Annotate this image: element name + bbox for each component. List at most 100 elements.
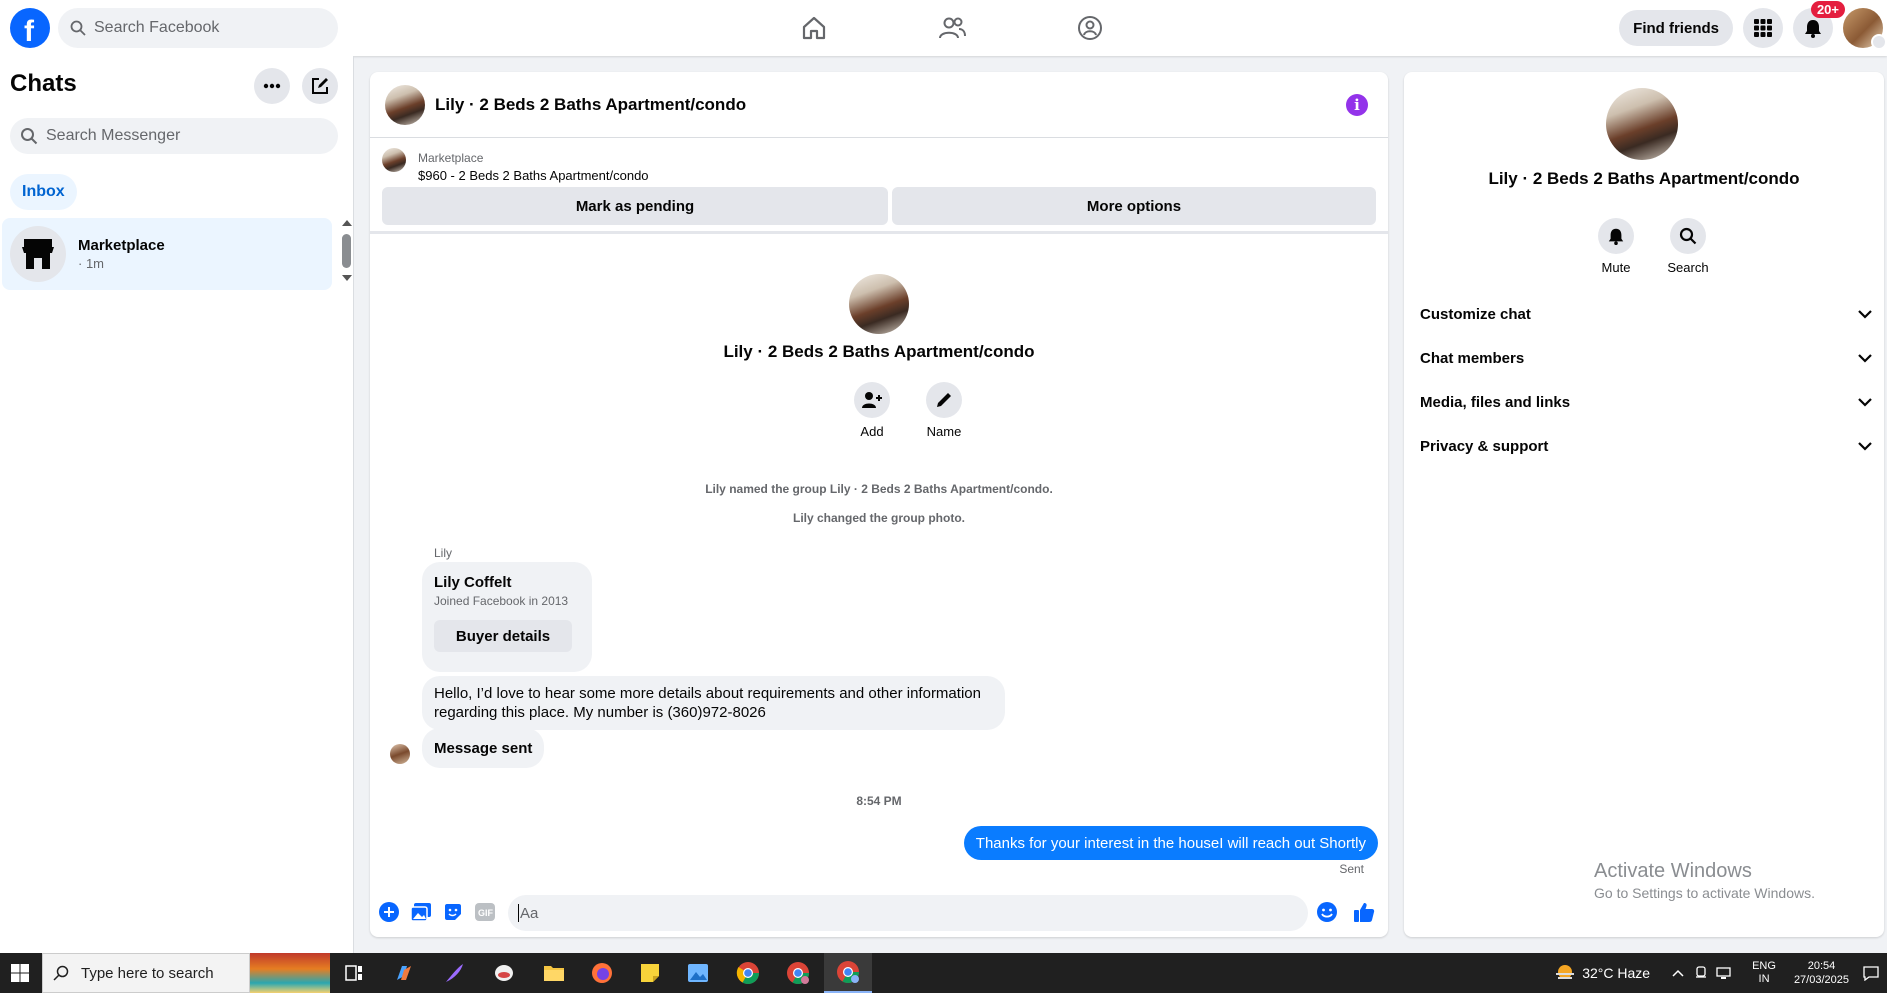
- media-app-icon[interactable]: [480, 953, 528, 993]
- add-person-icon: [854, 382, 890, 418]
- message-input[interactable]: Aa: [508, 895, 1308, 931]
- input-language-indicator[interactable]: ENG IN: [1752, 960, 1776, 986]
- chat-time: · 1m: [78, 256, 104, 271]
- main-nav: [790, 10, 1114, 46]
- group-photo[interactable]: [385, 84, 425, 125]
- network-icon[interactable]: [1716, 966, 1732, 980]
- sent-status: Sent: [1339, 862, 1364, 876]
- info-group-photo[interactable]: [1606, 88, 1678, 160]
- thumbs-up-icon[interactable]: [1353, 901, 1375, 923]
- group-avatar-large: [849, 274, 909, 334]
- profile-avatar[interactable]: [1843, 8, 1887, 50]
- bell-icon: [1803, 18, 1823, 38]
- messenger-search-field[interactable]: Search Messenger: [10, 118, 338, 154]
- conversation-panel: Lily · 2 Beds 2 Baths Apartment/condo i …: [370, 72, 1388, 937]
- chat-options-button[interactable]: [254, 68, 290, 104]
- media-files-links-section[interactable]: Media, files and links: [1420, 382, 1872, 422]
- home-icon[interactable]: [790, 10, 838, 46]
- photo-icon[interactable]: [410, 901, 432, 923]
- scroll-up-arrow-icon[interactable]: [342, 220, 352, 226]
- incoming-message[interactable]: Hello, I’d love to hear some more detail…: [422, 676, 1005, 730]
- search-in-conversation-action[interactable]: Search: [1658, 218, 1718, 275]
- sticker-icon[interactable]: [442, 901, 464, 923]
- listing-thumbnail[interactable]: [382, 148, 406, 172]
- more-horizontal-icon: [263, 83, 281, 89]
- section-label: Customize chat: [1420, 305, 1531, 323]
- chevron-down-icon: [1858, 353, 1872, 363]
- message-composer: GIF Aa: [370, 887, 1388, 937]
- meet-now-icon[interactable]: [1694, 966, 1708, 980]
- section-label: Media, files and links: [1420, 393, 1571, 411]
- firefox-icon[interactable]: [578, 953, 626, 993]
- buyer-details-button[interactable]: Buyer details: [434, 620, 572, 652]
- info-icon[interactable]: i: [1346, 94, 1368, 116]
- friends-icon[interactable]: [928, 10, 976, 46]
- conversation-title[interactable]: Lily · 2 Beds 2 Baths Apartment/condo: [435, 95, 746, 115]
- buyer-name: Lily Coffelt: [434, 574, 512, 591]
- copilot-icon[interactable]: [380, 953, 428, 993]
- photos-app-icon[interactable]: [674, 953, 722, 993]
- facebook-logo-icon[interactable]: f: [10, 8, 50, 48]
- windows-start-icon[interactable]: [0, 953, 40, 993]
- clock-time: 20:54: [1807, 960, 1836, 972]
- chevron-up-icon[interactable]: [1672, 969, 1684, 977]
- taskbar-search-placeholder: Type here to search: [81, 964, 214, 982]
- scroll-down-arrow-icon[interactable]: [342, 275, 352, 281]
- task-view-icon[interactable]: [330, 953, 378, 993]
- chrome-active-window-icon[interactable]: [824, 953, 872, 993]
- plus-circle-icon[interactable]: [378, 901, 400, 923]
- outgoing-message[interactable]: Thanks for your interest in the houseI w…: [963, 826, 1378, 860]
- privacy-support-section[interactable]: Privacy & support: [1420, 426, 1872, 466]
- scrollbar-thumb[interactable]: [342, 234, 351, 268]
- messenger-search-placeholder: Search Messenger: [46, 127, 181, 144]
- file-explorer-icon[interactable]: [530, 953, 578, 993]
- taskbar-search-field[interactable]: Type here to search: [42, 953, 250, 993]
- clock[interactable]: 20:54 27/03/2025: [1794, 959, 1849, 987]
- system-tray: 32°C Haze ENG IN 20:54 27/03/2025: [1554, 953, 1887, 993]
- name-label: Name: [926, 424, 962, 439]
- menu-grid-button[interactable]: [1743, 8, 1783, 48]
- notifications-button[interactable]: 20+: [1793, 1, 1845, 48]
- sender-avatar[interactable]: [390, 744, 410, 764]
- text-cursor: [518, 904, 519, 922]
- message-text-line: Hello, I’d love to hear some more detail…: [434, 685, 981, 702]
- new-message-button[interactable]: [302, 68, 338, 104]
- storefront-icon: [10, 226, 66, 282]
- add-people-action[interactable]: Add: [842, 382, 902, 439]
- notification-count-badge: 20+: [1810, 1, 1845, 18]
- name-group-action[interactable]: Name: [914, 382, 974, 439]
- gif-icon[interactable]: GIF: [474, 901, 496, 923]
- pencil-icon: [926, 382, 962, 418]
- compose-icon: [310, 76, 330, 96]
- search-label: Search: [1667, 260, 1709, 275]
- chrome-icon[interactable]: [724, 953, 772, 993]
- mark-as-pending-button[interactable]: Mark as pending: [382, 187, 888, 225]
- weather-widget[interactable]: 32°C Haze: [1554, 964, 1650, 982]
- mute-action[interactable]: Mute: [1586, 218, 1646, 275]
- facebook-search-field[interactable]: Search Facebook: [58, 8, 338, 48]
- chat-list-item[interactable]: Marketplace · 1m: [2, 218, 332, 290]
- search-icon: [1670, 218, 1706, 254]
- info-group-name: Lily · 2 Beds 2 Baths Apartment/condo: [1488, 169, 1800, 188]
- inbox-tab[interactable]: Inbox: [10, 174, 77, 210]
- groups-icon[interactable]: [1066, 10, 1114, 46]
- more-options-button[interactable]: More options: [892, 187, 1376, 225]
- grid-icon: [1753, 18, 1773, 38]
- status-message[interactable]: Message sent: [422, 728, 545, 768]
- chrome-profile-icon[interactable]: [774, 953, 822, 993]
- listing-title[interactable]: $960 - 2 Beds 2 Baths Apartment/condo: [418, 168, 649, 183]
- section-label: Chat members: [1420, 349, 1525, 367]
- chat-members-section[interactable]: Chat members: [1420, 338, 1872, 378]
- notification-center-icon[interactable]: [1863, 965, 1879, 981]
- region-code: IN: [1758, 973, 1770, 985]
- section-label: Privacy & support: [1420, 437, 1549, 455]
- sender-name: Lily: [434, 546, 453, 560]
- top-right-actions: Find friends 20+: [1619, 1, 1887, 50]
- search-highlight-image[interactable]: [250, 953, 330, 993]
- emoji-icon[interactable]: [1316, 901, 1338, 923]
- quill-app-icon[interactable]: [430, 953, 478, 993]
- find-friends-button[interactable]: Find friends: [1619, 10, 1733, 46]
- svg-text:f: f: [24, 15, 35, 48]
- customize-chat-section[interactable]: Customize chat: [1420, 294, 1872, 334]
- sticky-notes-icon[interactable]: [626, 953, 674, 993]
